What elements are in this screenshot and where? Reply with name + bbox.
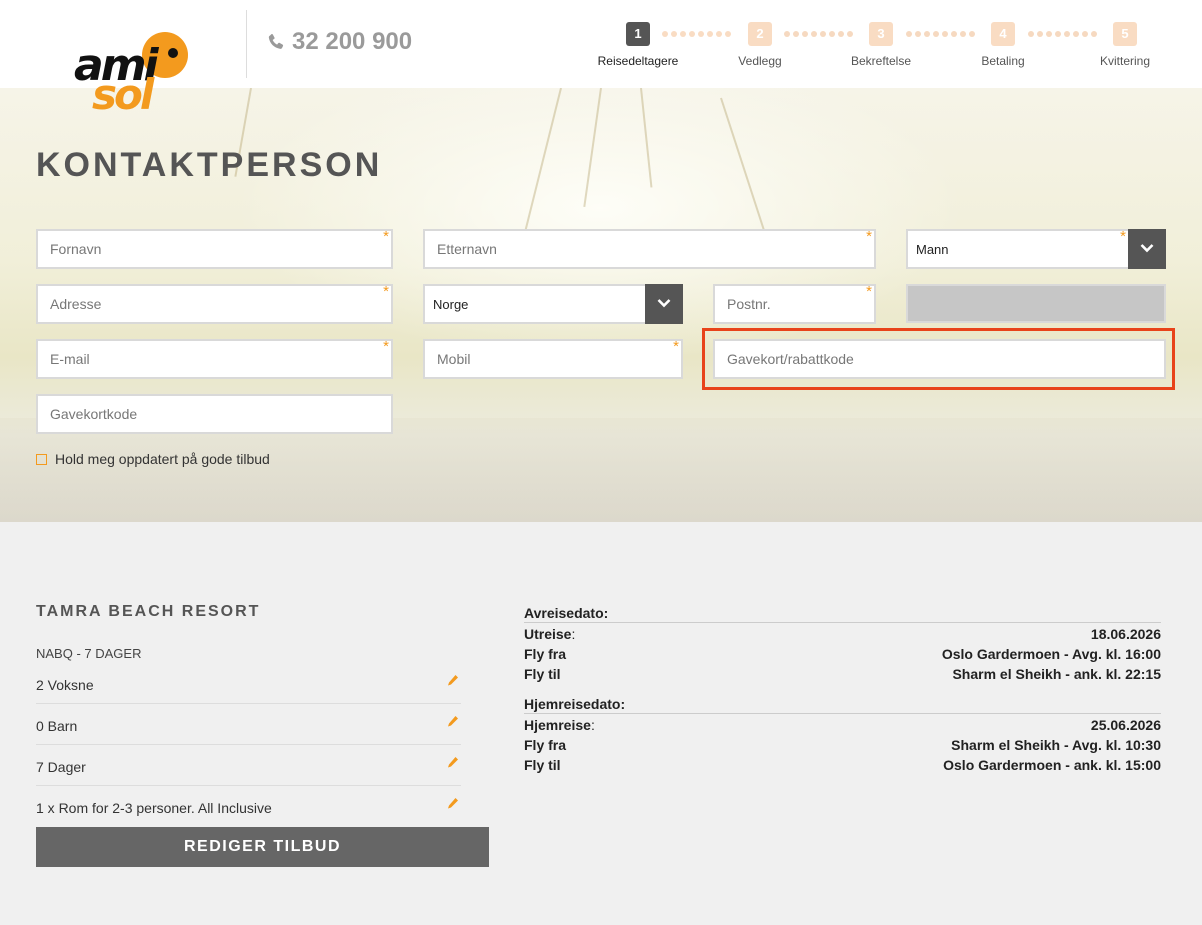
first-name-field[interactable]: * <box>36 229 393 269</box>
step-label: Kvittering <box>1099 54 1151 68</box>
detail-value: Oslo Gardermoen - ank. kl. 15:00 <box>943 757 1161 773</box>
header-divider <box>246 10 247 78</box>
mobile-input[interactable] <box>425 341 681 377</box>
required-marker: * <box>673 338 679 355</box>
detail-row: Utreise: 18.06.2026 <box>524 623 1161 643</box>
detail-colon: : <box>571 626 576 642</box>
pencil-icon[interactable] <box>447 674 459 687</box>
step-number: 3 <box>869 22 893 46</box>
page-title: KONTAKTPERSON <box>36 146 383 184</box>
booking-steps: 1 Reisedeltagere 2 Vedlegg 3 Bekreftelse… <box>586 22 1186 82</box>
email-field[interactable]: * <box>36 339 393 379</box>
mobile-field[interactable]: * <box>423 339 683 379</box>
pencil-icon[interactable] <box>447 756 459 769</box>
last-name-field[interactable]: * <box>423 229 876 269</box>
inbound-heading: Hjemreisedato: <box>524 696 1161 714</box>
detail-row: Fly fra Sharm el Sheikh - Avg. kl. 10:30 <box>524 734 1161 754</box>
first-name-input[interactable] <box>38 231 391 267</box>
detail-key: Utreise <box>524 626 572 642</box>
required-marker: * <box>383 228 389 245</box>
step-number: 2 <box>748 22 772 46</box>
amisol-logo[interactable]: ami sol <box>70 28 200 116</box>
detail-row: Hjemreise: 25.06.2026 <box>524 714 1161 734</box>
step-label: Betaling <box>981 54 1025 68</box>
voucher-input[interactable] <box>715 341 1164 377</box>
step-vedlegg: 2 Vedlegg <box>710 22 810 68</box>
detail-key: Fly fra <box>524 737 567 753</box>
dropdown-toggle[interactable] <box>645 284 683 324</box>
address-field[interactable]: * <box>36 284 393 324</box>
detail-value: 25.06.2026 <box>1090 717 1161 733</box>
city-field-disabled <box>906 284 1166 323</box>
hotel-name: TAMRA BEACH RESORT <box>36 603 261 620</box>
required-marker: * <box>866 228 872 245</box>
postal-input[interactable] <box>715 286 874 322</box>
step-kvittering: 5 Kvittering <box>1075 22 1175 68</box>
phone-number[interactable]: 32 200 900 <box>266 28 412 56</box>
country-value: Norge <box>433 297 469 312</box>
detail-key: Hjemreise <box>524 717 591 733</box>
email-input[interactable] <box>38 341 391 377</box>
step-label: Vedlegg <box>738 54 782 68</box>
step-reisedeltagere[interactable]: 1 Reisedeltagere <box>588 22 688 68</box>
chevron-down-icon <box>1140 244 1154 253</box>
newsletter-label: Hold meg oppdatert på gode tilbud <box>55 451 270 467</box>
step-label: Bekreftelse <box>850 54 912 68</box>
phone-text: 32 200 900 <box>292 28 413 55</box>
giftcard-field[interactable] <box>36 394 393 434</box>
pencil-icon[interactable] <box>447 797 459 810</box>
newsletter-checkbox[interactable] <box>36 453 47 465</box>
inbound-details: Hjemreisedato: Hjemreise: 25.06.2026 Fly… <box>524 696 1161 774</box>
step-number: 4 <box>991 22 1015 46</box>
required-marker: * <box>1120 228 1126 245</box>
detail-key: Fly til <box>524 666 561 682</box>
detail-row: Fly til Oslo Gardermoen - ank. kl. 15:00 <box>524 754 1161 774</box>
step-number: 5 <box>1113 22 1137 46</box>
chevron-down-icon <box>657 299 671 308</box>
detail-key: Fly til <box>524 757 561 773</box>
dropdown-toggle[interactable] <box>1128 229 1166 269</box>
outbound-heading: Avreisedato: <box>524 605 1161 623</box>
detail-value: Sharm el Sheikh - Avg. kl. 10:30 <box>951 737 1161 753</box>
last-name-input[interactable] <box>425 231 874 267</box>
newsletter-option[interactable]: Hold meg oppdatert på gode tilbud <box>36 451 270 467</box>
required-marker: * <box>866 283 872 300</box>
detail-row: Fly fra Oslo Gardermoen - Avg. kl. 16:00 <box>524 643 1161 663</box>
gender-value: Mann <box>916 242 949 257</box>
gender-select[interactable]: Mann * <box>906 229 1166 269</box>
detail-key: Fly fra <box>524 646 567 662</box>
address-input[interactable] <box>38 286 391 322</box>
site-header: ami sol 32 200 900 1 Reisedeltagere 2 Ve… <box>0 0 1202 116</box>
country-select[interactable]: Norge <box>423 284 683 324</box>
required-marker: * <box>383 338 389 355</box>
summary-text: 2 Voksne <box>36 677 94 693</box>
summary-row-adults: 2 Voksne <box>36 663 461 704</box>
postal-field[interactable]: * <box>713 284 876 324</box>
logo-text-sol: sol <box>92 70 154 119</box>
step-bekreftelse: 3 Bekreftelse <box>831 22 931 68</box>
trip-code: NABQ - 7 DAGER <box>36 646 142 661</box>
summary-row-room: 1 x Rom for 2-3 personer. All Inclusive <box>36 786 461 827</box>
step-label: Reisedeltagere <box>597 54 679 68</box>
summary-text: 7 Dager <box>36 759 86 775</box>
phone-icon <box>268 33 284 49</box>
voucher-field[interactable] <box>713 339 1166 379</box>
required-marker: * <box>383 283 389 300</box>
detail-value: Sharm el Sheikh - ank. kl. 22:15 <box>952 666 1161 682</box>
outbound-details: Avreisedato: Utreise: 18.06.2026 Fly fra… <box>524 605 1161 683</box>
detail-value: Oslo Gardermoen - Avg. kl. 16:00 <box>941 646 1161 662</box>
step-betaling: 4 Betaling <box>953 22 1053 68</box>
edit-offer-button[interactable]: REDIGER TILBUD <box>36 827 489 867</box>
detail-row: Fly til Sharm el Sheikh - ank. kl. 22:15 <box>524 663 1161 683</box>
giftcard-input[interactable] <box>38 396 391 432</box>
summary-text: 0 Barn <box>36 718 78 734</box>
detail-value: 18.06.2026 <box>1090 626 1161 642</box>
logo-dot <box>168 48 178 58</box>
summary-row-days: 7 Dager <box>36 745 461 786</box>
summary-text: 1 x Rom for 2-3 personer. All Inclusive <box>36 800 272 816</box>
step-number: 1 <box>626 22 650 46</box>
pencil-icon[interactable] <box>447 715 459 728</box>
summary-row-children: 0 Barn <box>36 704 461 745</box>
detail-colon: : <box>590 717 595 733</box>
